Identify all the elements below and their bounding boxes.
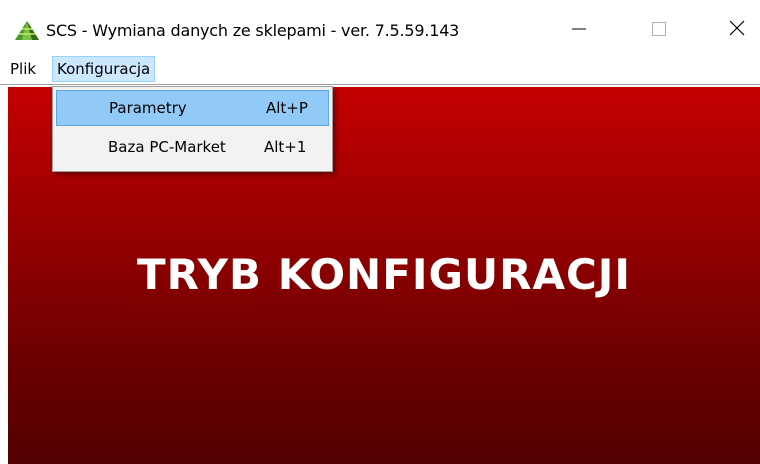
menu-bar: Plik Konfiguracja <box>0 56 760 84</box>
menu-item-shortcut: Alt+P <box>266 99 308 117</box>
mode-label: TRYB KONFIGURACJI <box>136 250 632 299</box>
window-title: SCS - Wymiana danych ze sklepami - ver. … <box>46 21 460 40</box>
menu-item-parametry[interactable]: Parametry Alt+P <box>56 90 329 126</box>
close-button[interactable] <box>714 8 760 52</box>
app-window: SCS - Wymiana danych ze sklepami - ver. … <box>0 0 760 464</box>
title-bar[interactable]: SCS - Wymiana danych ze sklepami - ver. … <box>0 0 760 58</box>
maximize-button[interactable] <box>636 8 682 52</box>
maximize-icon <box>652 21 666 40</box>
menu-item-baza-pc-market[interactable]: Baza PC-Market Alt+1 <box>56 132 329 168</box>
minimize-button[interactable] <box>556 8 602 52</box>
minimize-icon <box>572 21 586 40</box>
menu-item-label: Parametry <box>109 99 187 117</box>
menu-plik[interactable]: Plik <box>5 56 41 82</box>
menu-item-label: Baza PC-Market <box>108 138 226 156</box>
menu-item-shortcut: Alt+1 <box>264 138 307 156</box>
green-pyramid-icon <box>14 20 40 42</box>
menu-separator <box>0 84 760 85</box>
konfiguracja-dropdown: Parametry Alt+P Baza PC-Market Alt+1 <box>52 86 333 172</box>
menu-konfiguracja[interactable]: Konfiguracja <box>52 56 156 82</box>
close-icon <box>729 20 745 40</box>
